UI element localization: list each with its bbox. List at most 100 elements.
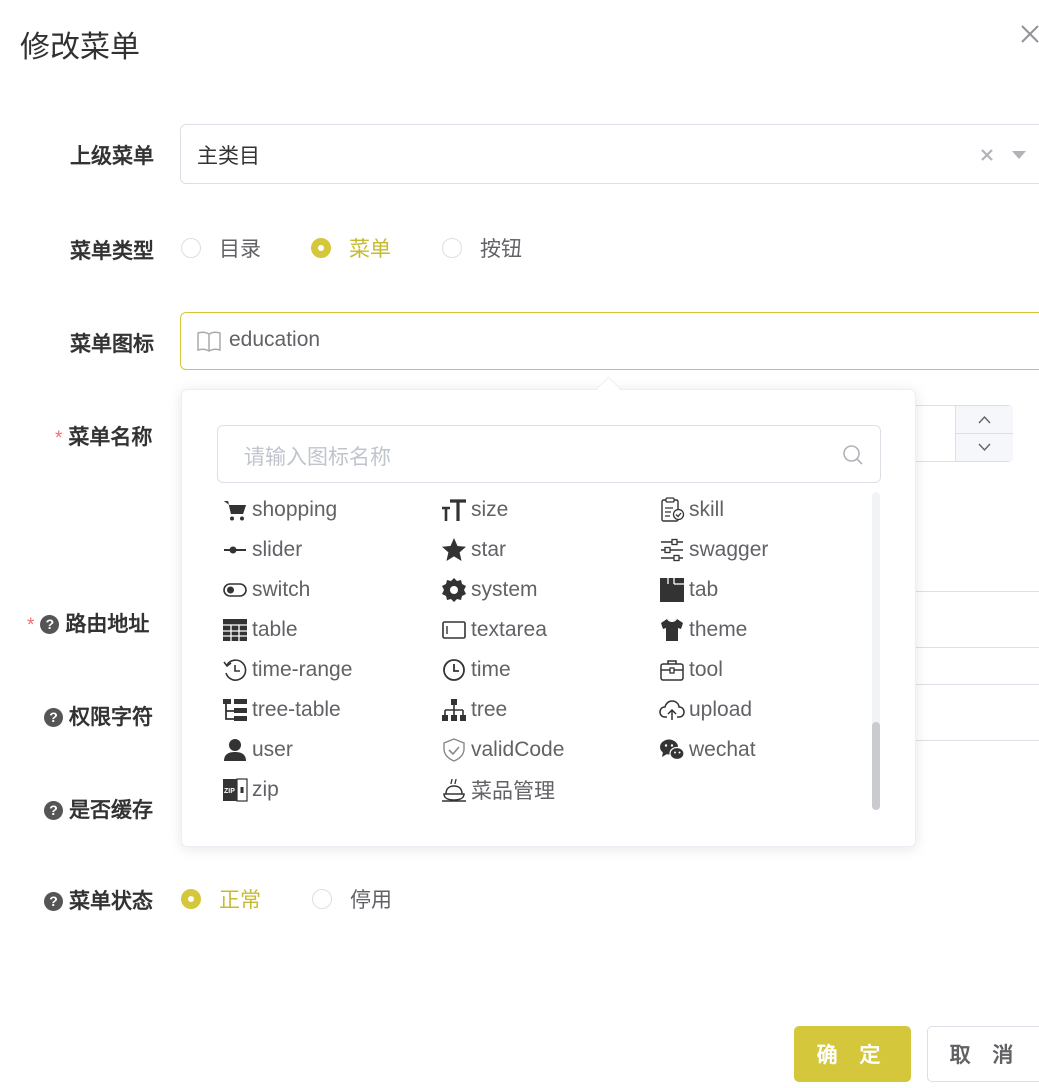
icon-option-label: time (471, 658, 511, 681)
icon-option-zip[interactable]: ZIP zip (222, 770, 279, 810)
icon-option-switch[interactable]: switch (222, 570, 310, 610)
scrollbar-thumb[interactable] (872, 722, 880, 810)
tree-icon (442, 699, 466, 721)
icon-option-label: shopping (252, 498, 338, 521)
radio-button[interactable]: 按钮 (442, 233, 522, 263)
confirm-button[interactable]: 确 定 (794, 1026, 911, 1082)
required-mark: * (27, 615, 35, 636)
tree-table-icon (223, 699, 247, 721)
clock-icon (443, 659, 465, 681)
table-icon (223, 619, 247, 641)
icon-option-label: switch (252, 578, 311, 601)
icon-option-table[interactable]: table (222, 610, 298, 650)
question-icon[interactable]: ? (40, 615, 60, 634)
close-icon[interactable] (1016, 20, 1039, 48)
tab-icon (660, 578, 684, 602)
radio-circle-checked (181, 889, 201, 909)
icon-option-label: theme (689, 618, 748, 641)
icon-search-input[interactable]: 请输入图标名称 (217, 425, 881, 483)
icon-option-label: zip (252, 778, 279, 801)
permission-label: ? 权限字符 (44, 701, 153, 731)
cache-label-text: 是否缓存 (69, 799, 153, 822)
radio-directory[interactable]: 目录 (181, 233, 261, 263)
icon-option-swagger[interactable]: swagger (659, 530, 768, 570)
icon-option-time-range[interactable]: time-range (222, 650, 352, 690)
icon-option-tab[interactable]: tab (659, 570, 718, 610)
increase-button[interactable] (956, 406, 1013, 434)
icon-option-label: upload (689, 698, 753, 721)
icon-option-theme[interactable]: theme (659, 610, 747, 650)
clear-icon[interactable] (979, 147, 995, 163)
icon-option-textarea[interactable]: textarea (441, 610, 547, 650)
cancel-button[interactable]: 取 消 (927, 1026, 1039, 1082)
parent-menu-select[interactable]: 主类目 (180, 124, 1039, 184)
radio-status-normal[interactable]: 正常 (181, 884, 261, 914)
route-path-label: *? 路由地址 (27, 608, 149, 638)
icon-option-time[interactable]: time (441, 650, 511, 690)
radio-menu[interactable]: 菜单 (311, 233, 391, 263)
icon-option-wechat[interactable]: wechat (659, 730, 756, 770)
menu-name-label-text: 菜单名称 (68, 426, 153, 449)
icon-option-label: user (252, 738, 293, 761)
dialog-title: 修改菜单 (20, 31, 140, 64)
decrease-button[interactable] (956, 434, 1013, 461)
textarea-icon (442, 621, 466, 639)
icon-option-label: slider (252, 538, 303, 561)
icon-option-label: textarea (471, 618, 547, 641)
icon-option-shopping[interactable]: shopping (222, 490, 337, 530)
icon-picker-popover: 请输入图标名称 shopping slider switch table tim… (181, 389, 916, 847)
time-range-icon (223, 659, 247, 681)
menu-status-label: ? 菜单状态 (44, 885, 153, 915)
radio-circle (181, 238, 201, 258)
star-icon (442, 538, 466, 561)
icon-option-star[interactable]: star (441, 530, 506, 570)
icon-option-label: 菜品管理 (471, 780, 555, 803)
permission-label-text: 权限字符 (69, 706, 153, 729)
icon-option-label: tool (689, 658, 723, 681)
radio-circle (312, 889, 332, 909)
icon-option-label: swagger (689, 538, 769, 561)
icon-option-label: validCode (471, 738, 565, 761)
question-icon[interactable]: ? (44, 801, 63, 820)
shirt-icon (661, 619, 683, 641)
menu-type-label: 菜单类型 (70, 240, 154, 263)
icon-option-label: time-range (252, 658, 353, 681)
icon-option-user[interactable]: user (222, 730, 293, 770)
menu-icon-input[interactable]: education (180, 312, 1039, 370)
menu-status-label-text: 菜单状态 (69, 890, 153, 913)
chevron-up-icon (978, 415, 991, 424)
svg-text:ZIP: ZIP (224, 788, 235, 795)
radio-status-disabled[interactable]: 停用 (312, 884, 392, 914)
icon-option-tool[interactable]: tool (659, 650, 723, 690)
dish-icon (442, 778, 466, 802)
route-path-label-text: 路由地址 (65, 613, 150, 636)
chevron-down-icon[interactable] (1011, 149, 1027, 161)
wechat-icon (660, 739, 685, 761)
menu-icon-value: education (229, 328, 321, 351)
search-icon[interactable] (842, 444, 864, 466)
icon-option-label: tree (471, 698, 508, 721)
icon-option-tree-table[interactable]: tree-table (222, 690, 341, 730)
question-icon[interactable]: ? (44, 708, 63, 727)
icon-option-skill[interactable]: skill (659, 490, 724, 530)
icon-option-upload[interactable]: upload (659, 690, 752, 730)
icon-option-validcode[interactable]: validCode (441, 730, 564, 770)
icon-search-placeholder: 请输入图标名称 (244, 446, 391, 469)
icon-option-dish-management[interactable]: 菜品管理 (441, 770, 555, 810)
switch-icon (223, 583, 247, 597)
menu-icon-label: 菜单图标 (70, 333, 154, 356)
icon-option-label: table (252, 618, 298, 641)
chevron-down-icon (978, 443, 991, 452)
question-icon[interactable]: ? (44, 892, 63, 911)
icon-option-slider[interactable]: slider (222, 530, 302, 570)
stepper-controls (955, 406, 1013, 461)
icon-option-tree[interactable]: tree (441, 690, 507, 730)
required-mark: * (55, 428, 63, 449)
user-icon (224, 739, 246, 761)
icon-option-size[interactable]: size (441, 490, 508, 530)
radio-menu-label: 菜单 (349, 238, 391, 261)
icon-option-system[interactable]: system (441, 570, 538, 610)
cloud-upload-icon (659, 700, 685, 720)
radio-status-normal-label: 正常 (219, 889, 261, 912)
radio-button-label: 按钮 (480, 238, 522, 261)
